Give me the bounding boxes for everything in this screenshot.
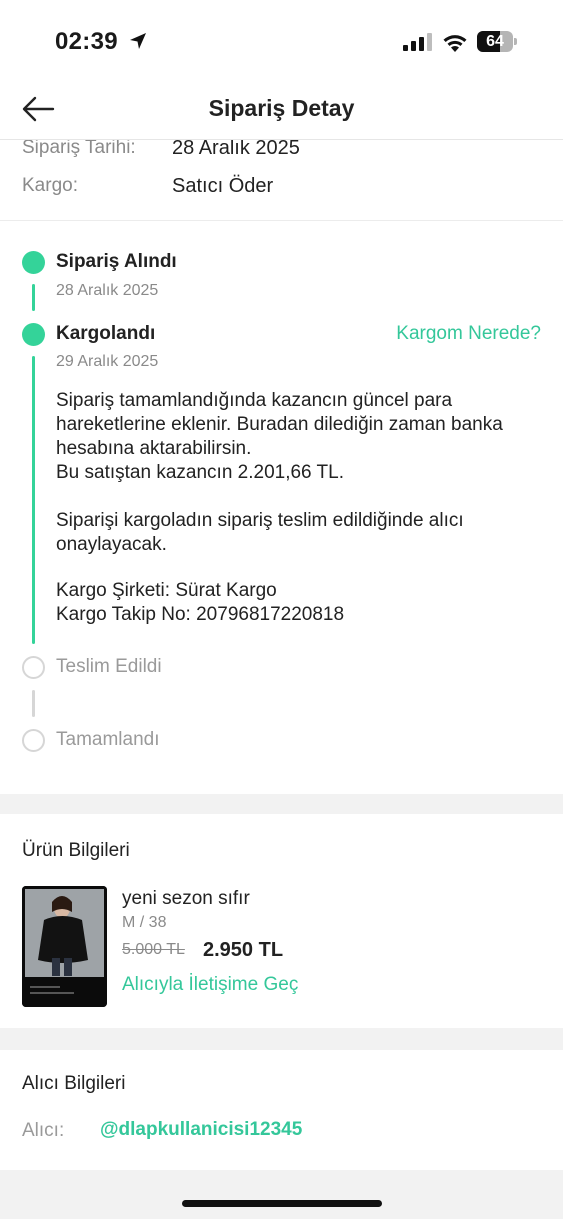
shipping-row: Kargo: Satıcı Öder (22, 175, 562, 201)
earnings-amount-text: Bu satıştan kazancın 2.201,66 TL. (56, 462, 345, 483)
step-delivered-title: Teslim Edildi (56, 656, 162, 677)
navigation-bar: Sipariş Detay (0, 80, 563, 140)
order-date-value: 28 Aralık 2025 (172, 137, 300, 159)
divider (0, 220, 563, 221)
product-price: 2.950 TL (203, 939, 284, 961)
timeline-connector (32, 690, 35, 717)
buyer-section-title: Alıcı Bilgileri (22, 1073, 126, 1094)
step-done-dot (22, 323, 45, 346)
bottom-band (0, 1170, 563, 1219)
buyer-username-link[interactable]: @dlapkullanicisi12345 (100, 1119, 302, 1141)
status-bar: 02:39 64 (0, 0, 563, 80)
contact-buyer-link[interactable]: Alıcıyla İletişime Geç (122, 974, 298, 996)
timeline-connector (32, 356, 35, 644)
shipping-value: Satıcı Öder (172, 175, 274, 197)
page-title: Sipariş Detay (208, 95, 355, 121)
step-shipped-date: 29 Aralık 2025 (56, 353, 159, 370)
product-image[interactable] (22, 886, 107, 1007)
where-is-my-cargo-link[interactable]: Kargom Nerede? (396, 323, 541, 345)
step-shipped-title: Kargolandı (56, 323, 156, 344)
shipping-confirmation-text: Siparişi kargoladın sipariş teslim edild… (56, 510, 464, 555)
step-order-received-title: Sipariş Alındı (56, 251, 177, 272)
earnings-info-text: Sipariş tamamlandığında kazancın güncel … (56, 390, 503, 459)
step-completed-title: Tamamlandı (56, 729, 160, 750)
cellular-signal-icon (403, 33, 432, 51)
step-order-received-date: 28 Aralık 2025 (56, 282, 159, 299)
home-indicator[interactable] (182, 1200, 382, 1207)
step-done-dot (22, 251, 45, 274)
order-date-row: Sipariş Tarihi: 28 Aralık 2025 (22, 137, 562, 163)
product-old-price: 5.000 TL (122, 941, 185, 958)
battery-level: 64 (486, 33, 504, 50)
section-separator (0, 794, 563, 814)
order-date-label: Sipariş Tarihi: (22, 137, 136, 158)
product-name: yeni sezon sıfır (122, 888, 250, 909)
cargo-company-text: Kargo Şirketi: Sürat Kargo (56, 580, 277, 601)
product-section-title: Ürün Bilgileri (22, 840, 130, 861)
product-variant: M / 38 (122, 914, 167, 931)
step-pending-dot (22, 656, 45, 679)
wifi-icon (443, 35, 467, 52)
buyer-label: Alıcı: (22, 1120, 65, 1141)
shipping-label: Kargo: (22, 175, 78, 196)
location-arrow-icon (130, 33, 146, 49)
cargo-tracking-number: Kargo Takip No: 20796817220818 (56, 604, 345, 625)
timeline-connector (32, 284, 35, 311)
section-separator (0, 1028, 563, 1050)
status-time: 02:39 (55, 28, 118, 55)
step-pending-dot (22, 729, 45, 752)
battery-icon: 64 (477, 31, 517, 52)
